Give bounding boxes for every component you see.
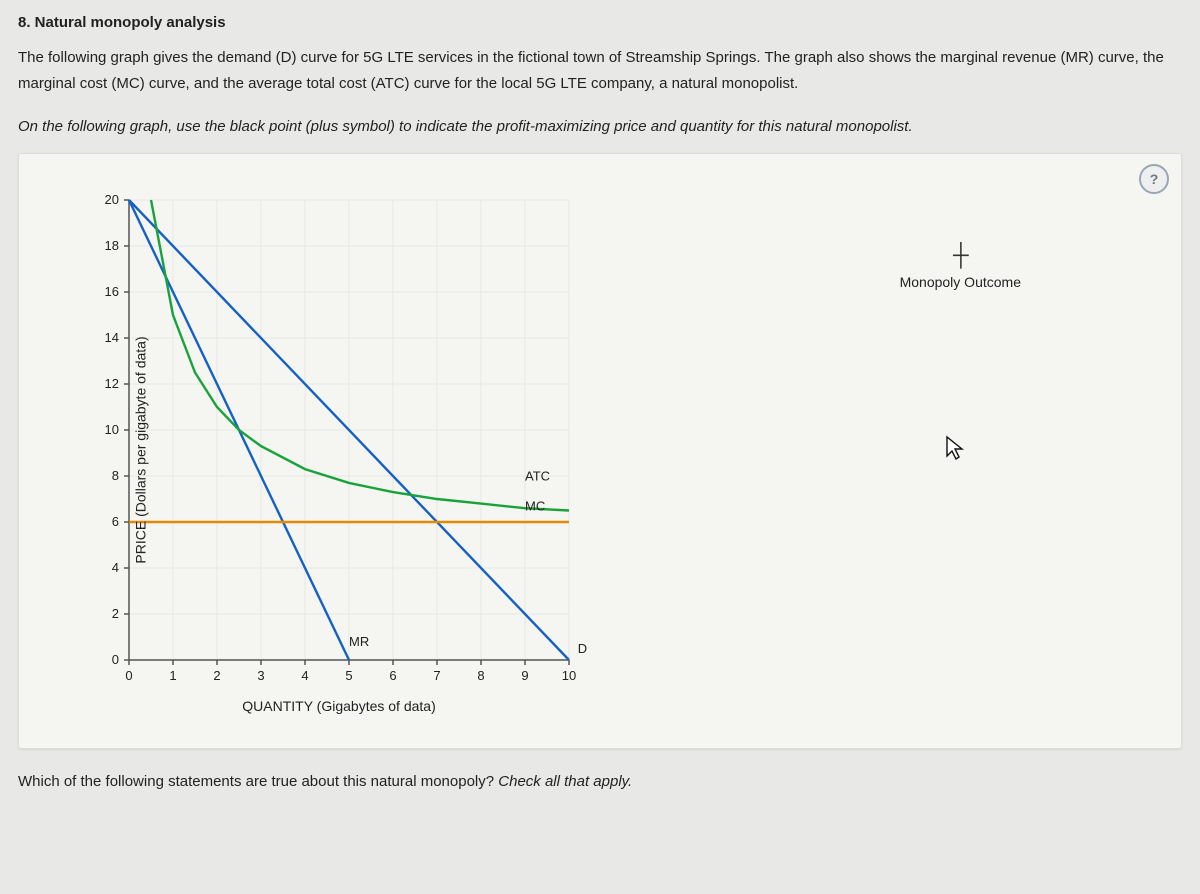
followup-text: Which of the following statements are tr… [18,773,498,790]
svg-text:20: 20 [105,192,119,207]
chart-plot[interactable]: PRICE (Dollars per gigabyte of data) QUA… [79,190,599,710]
svg-text:8: 8 [112,468,119,483]
svg-text:3: 3 [257,668,264,683]
svg-text:1: 1 [169,668,176,683]
chart-card: ? ┼ Monopoly Outcome PRICE (Dollars per … [18,153,1182,749]
plus-icon: ┼ [900,244,1021,266]
svg-text:5: 5 [345,668,352,683]
curve-label-d: D [578,641,587,656]
question-instruction: On the following graph, use the black po… [18,118,1182,135]
svg-text:2: 2 [112,606,119,621]
question-title: 8. Natural monopoly analysis [18,14,1182,31]
svg-text:2: 2 [213,668,220,683]
help-button[interactable]: ? [1139,164,1169,194]
svg-text:9: 9 [521,668,528,683]
svg-text:14: 14 [105,330,119,345]
cursor-icon [943,434,971,469]
legend-label: Monopoly Outcome [900,274,1021,290]
curve-atc [151,200,569,511]
svg-text:16: 16 [105,284,119,299]
svg-text:10: 10 [562,668,576,683]
x-axis-label: QUANTITY (Gigabytes of data) [242,698,435,714]
svg-text:6: 6 [389,668,396,683]
svg-text:10: 10 [105,422,119,437]
followup-hint: Check all that apply. [498,773,632,790]
svg-text:4: 4 [112,560,119,575]
legend-monopoly-outcome[interactable]: ┼ Monopoly Outcome [900,244,1021,290]
svg-text:8: 8 [477,668,484,683]
svg-text:4: 4 [301,668,308,683]
question-body: The following graph gives the demand (D)… [18,45,1182,96]
svg-text:7: 7 [433,668,440,683]
svg-text:12: 12 [105,376,119,391]
svg-text:6: 6 [112,514,119,529]
y-axis-label: PRICE (Dollars per gigabyte of data) [133,336,149,563]
followup-question: Which of the following statements are tr… [18,773,1182,790]
svg-text:0: 0 [112,652,119,667]
curve-label-atc: ATC [525,469,550,484]
curve-label-mc: MC [525,499,545,514]
svg-text:18: 18 [105,238,119,253]
svg-text:0: 0 [125,668,132,683]
curve-label-mr: MR [349,634,369,649]
